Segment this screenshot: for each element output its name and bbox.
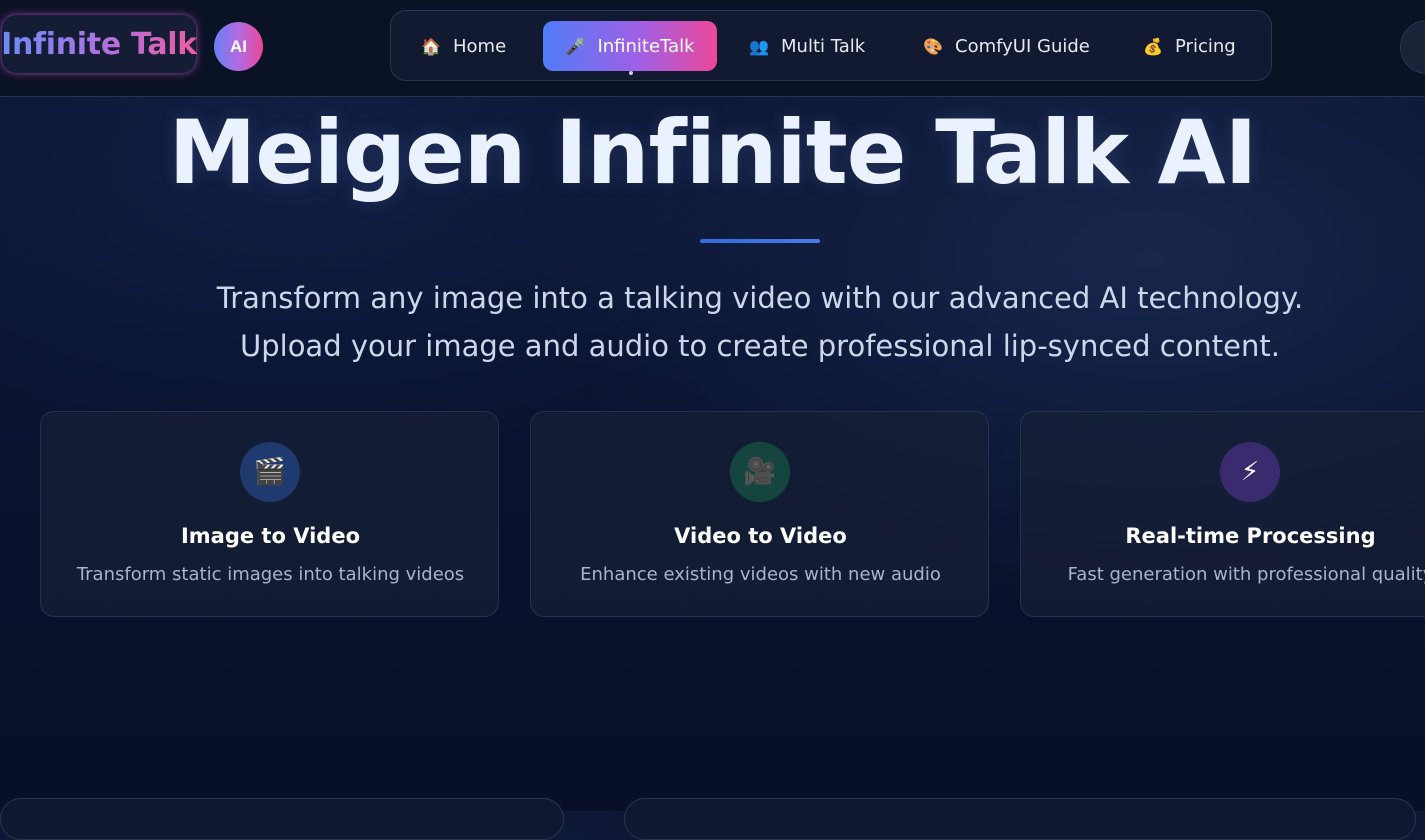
- site-header: Infinite Talk AI 🏠 Home 🎤 InfiniteTalk 👥…: [0, 0, 1425, 97]
- feature-description: Enhance existing videos with new audio: [580, 564, 941, 585]
- money-bag-icon: 💰: [1143, 36, 1163, 56]
- feature-card-image-to-video[interactable]: 🎬 Image to Video Transform static images…: [40, 411, 499, 617]
- hero-subtitle-line1: Transform any image into a talking video…: [216, 281, 1304, 315]
- clapperboard-icon: 🎬: [240, 442, 300, 502]
- feature-title: Image to Video: [180, 524, 360, 548]
- feature-card-real-time-processing[interactable]: ⚡ Real-time Processing Fast generation w…: [1020, 411, 1425, 617]
- feature-title: Real-time Processing: [1125, 524, 1376, 548]
- video-camera-icon: 🎥: [730, 442, 790, 502]
- nav-label-comfyui-guide: ComfyUI Guide: [955, 35, 1090, 57]
- hero-subtitle-line2: Upload your image and audio to create pr…: [240, 329, 1280, 363]
- bottom-panel-right: [624, 798, 1416, 840]
- logo[interactable]: Infinite Talk: [1, 15, 197, 73]
- feature-card-video-to-video[interactable]: 🎥 Video to Video Enhance existing videos…: [530, 411, 989, 617]
- feature-title: Video to Video: [674, 524, 847, 548]
- microphone-icon: 🎤: [565, 36, 586, 56]
- hero-title: Meigen Infinite Talk AI: [168, 101, 1258, 204]
- title-divider: [700, 239, 820, 243]
- nav-item-infinitetalk[interactable]: 🎤 InfiniteTalk: [543, 21, 717, 71]
- nav-label-pricing: Pricing: [1175, 35, 1236, 57]
- feature-description: Fast generation with professional qualit…: [1067, 564, 1425, 585]
- active-indicator-dot: [629, 71, 633, 75]
- bottom-panel-left: [0, 798, 564, 840]
- nav-item-multi-talk[interactable]: 👥 Multi Talk: [749, 21, 865, 71]
- user-menu-button[interactable]: [1400, 20, 1425, 74]
- nav-label-infinitetalk: InfiniteTalk: [597, 35, 695, 57]
- main-nav: 🏠 Home 🎤 InfiniteTalk 👥 Multi Talk 🎨 Com…: [390, 10, 1272, 81]
- palette-icon: 🎨: [923, 36, 943, 56]
- ai-badge[interactable]: AI: [214, 22, 263, 71]
- nav-label-home: Home: [453, 35, 507, 57]
- house-icon: 🏠: [421, 36, 441, 56]
- lightning-icon: ⚡: [1220, 442, 1280, 502]
- nav-item-pricing[interactable]: 💰 Pricing: [1143, 21, 1236, 71]
- logo-text: Infinite Talk: [1, 26, 197, 62]
- people-icon: 👥: [749, 36, 769, 56]
- feature-description: Transform static images into talking vid…: [76, 564, 465, 585]
- nav-item-comfyui-guide[interactable]: 🎨 ComfyUI Guide: [923, 21, 1090, 71]
- nav-item-home[interactable]: 🏠 Home: [421, 21, 506, 71]
- nav-label-multi-talk: Multi Talk: [781, 35, 866, 57]
